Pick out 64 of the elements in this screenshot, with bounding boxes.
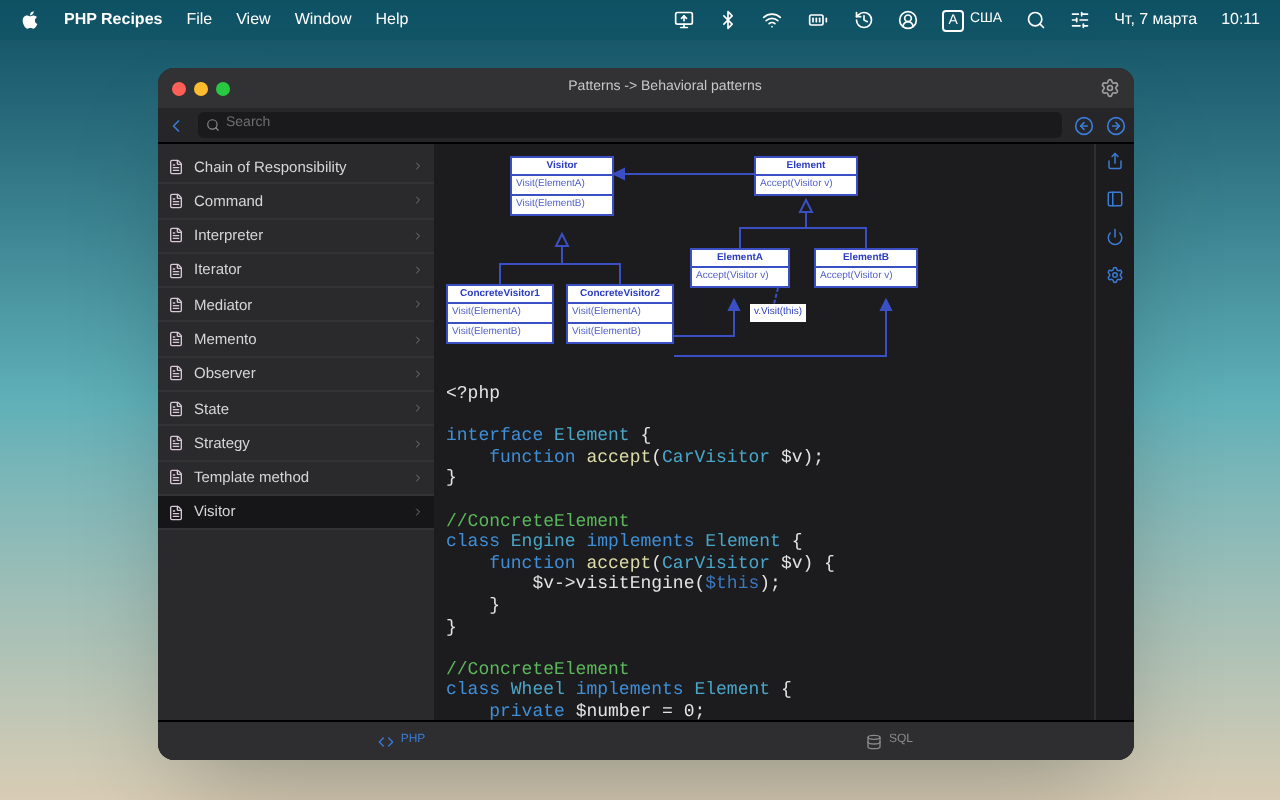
menu-item[interactable]: Window xyxy=(294,8,352,32)
document-icon xyxy=(168,468,184,487)
code-line: private $number = 0; xyxy=(487,701,706,720)
code-line: <?php xyxy=(446,384,501,406)
settings-icon[interactable] xyxy=(1100,78,1120,98)
arrow-right-icon[interactable] xyxy=(1106,115,1126,135)
code-line: //ConcreteElement xyxy=(446,511,630,533)
chevron-icon xyxy=(412,160,424,173)
code-line: } xyxy=(446,617,457,639)
control-center-icon[interactable] xyxy=(1070,10,1091,30)
share-icon[interactable] xyxy=(1106,152,1124,170)
code-line: interface Element { xyxy=(446,426,652,448)
code-line: function accept(CarVisitor $v); xyxy=(487,447,825,469)
chevron-icon xyxy=(412,229,424,242)
power-icon[interactable] xyxy=(1106,228,1124,246)
date-label: Чт, 7 марта xyxy=(1114,8,1198,32)
battery-icon[interactable] xyxy=(806,10,831,30)
clock-time: 10:11 xyxy=(1221,8,1260,32)
wifi-icon[interactable] xyxy=(762,10,783,30)
code-icon xyxy=(378,733,395,749)
apple-logo-icon[interactable] xyxy=(20,10,40,30)
search-icon[interactable] xyxy=(1026,10,1047,30)
chevron-icon xyxy=(412,402,424,415)
document-icon xyxy=(168,295,184,314)
document-icon xyxy=(168,330,184,349)
document-icon xyxy=(168,261,184,280)
code-line: class Engine implements Element { xyxy=(446,532,803,554)
chevron-icon xyxy=(412,437,424,450)
chevron-icon xyxy=(412,264,424,277)
zoom-button[interactable] xyxy=(216,81,230,95)
document-icon xyxy=(168,434,184,453)
chevron-icon xyxy=(412,194,424,207)
chevron-icon xyxy=(412,471,424,484)
code-line: $v->visitEngine($this); xyxy=(530,574,781,596)
chevron-icon xyxy=(412,333,424,346)
screen-icon[interactable] xyxy=(674,10,695,30)
bluetooth-icon[interactable] xyxy=(718,10,739,30)
database-icon xyxy=(866,733,883,749)
minimize-button[interactable] xyxy=(194,81,208,95)
document-icon xyxy=(168,503,184,522)
document-icon xyxy=(168,399,184,418)
code-line: function accept(CarVisitor $v) { xyxy=(487,553,835,575)
user-icon[interactable] xyxy=(898,10,919,30)
arrow-left-icon[interactable] xyxy=(1074,115,1094,135)
chevron-icon xyxy=(412,506,424,519)
document-icon xyxy=(168,191,184,210)
document-icon xyxy=(168,364,184,383)
settings-icon[interactable] xyxy=(1106,266,1124,284)
close-button[interactable] xyxy=(172,81,186,95)
app-menu[interactable]: PHP Recipes xyxy=(64,8,163,32)
document-icon xyxy=(168,157,184,176)
menu-item[interactable]: Help xyxy=(375,8,409,32)
chevron-icon xyxy=(412,367,424,380)
menu-item[interactable]: View xyxy=(236,8,271,32)
menu-item[interactable]: File xyxy=(186,8,213,32)
code-line: } xyxy=(487,595,501,618)
code-line: class Wheel implements Element { xyxy=(446,680,792,702)
clock-icon[interactable] xyxy=(854,10,875,30)
chevron-icon xyxy=(412,298,424,311)
document-icon xyxy=(168,226,184,245)
sidebar-toggle-icon[interactable] xyxy=(1106,190,1124,208)
code-line: //ConcreteElement xyxy=(446,659,630,681)
code-line: } xyxy=(446,468,457,490)
search-icon xyxy=(206,118,220,132)
